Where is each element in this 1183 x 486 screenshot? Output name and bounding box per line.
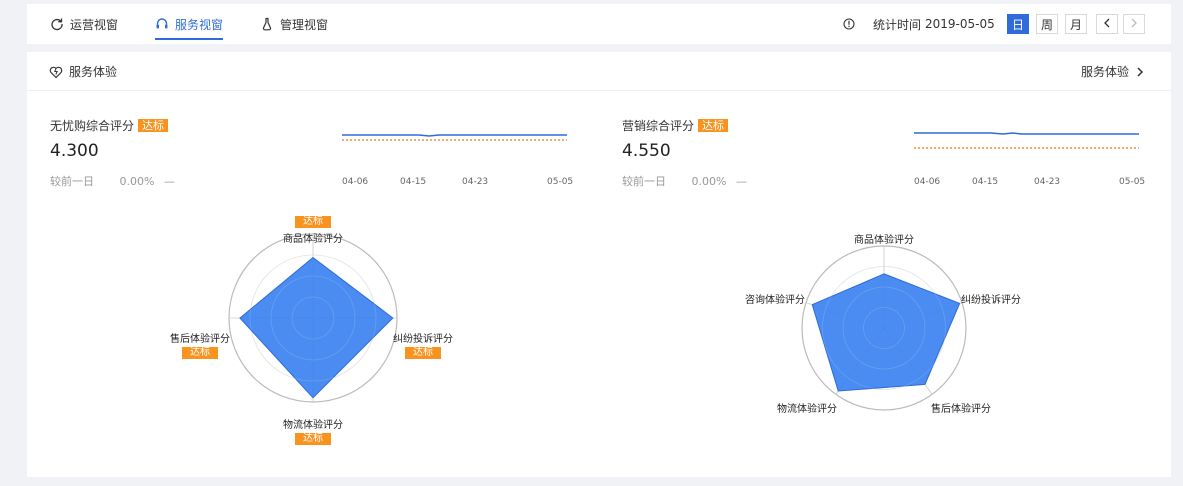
next-button[interactable]: [1123, 14, 1145, 34]
chevron-right-icon: [1130, 17, 1138, 31]
compare-label: 较前一日: [622, 175, 666, 188]
radar-axis-label: 纠纷投诉评分: [961, 295, 1021, 306]
compare-pct: 0.00%: [119, 175, 155, 188]
chevron-left-icon: [1103, 17, 1111, 31]
refresh-icon: [50, 17, 64, 31]
x-tick: 04-23: [1034, 177, 1061, 187]
status-badge: 达标: [182, 347, 218, 359]
metric-marketing-score: 营销综合评分 达标 4.550 较前一日 0.00% —: [622, 117, 822, 197]
radar-axis-label: 商品体验评分: [854, 235, 914, 246]
stat-time-date: 2019-05-05: [925, 17, 995, 31]
tab-management[interactable]: 管理视窗: [260, 4, 328, 44]
sparkline-chart: [914, 132, 1139, 149]
metric-value: 4.550: [622, 141, 671, 161]
compare-pct: 0.00%: [691, 175, 727, 188]
radar-axis-label: 物流体验评分: [777, 404, 837, 415]
radar-axis-label: 物流体验评分: [283, 420, 343, 431]
info-icon: [843, 18, 855, 30]
heart-icon: [49, 65, 63, 79]
top-tab-bar: 运营视窗 服务视窗 管理视窗 统计时间 2019-05-05 日 周 月: [27, 4, 1171, 44]
card-title-text: 服务体验: [69, 65, 118, 79]
period-month-button[interactable]: 月: [1065, 14, 1087, 34]
card-title: 服务体验: [49, 52, 117, 91]
radar-axis-label: 纠纷投诉评分: [393, 334, 453, 345]
stat-time: 统计时间 2019-05-05: [843, 4, 995, 44]
compare-label: 较前一日: [50, 175, 94, 188]
card-link-text: 服务体验: [1080, 65, 1129, 79]
radar-axis-label: 售后体验评分: [170, 334, 230, 345]
radar-area: [239, 256, 394, 399]
sparkline-marketing-score: 04-06 04-15 04-23 05-05: [911, 124, 1151, 194]
chevron-right-icon: [1135, 66, 1145, 77]
trend-line: [914, 132, 1139, 135]
tab-label: 管理视窗: [280, 17, 329, 32]
status-badge: 达标: [138, 119, 169, 132]
x-tick: 04-06: [342, 177, 369, 187]
headset-icon: [155, 17, 169, 31]
service-experience-card: 服务体验 服务体验 无忧购综合评分 达标 4.300 较前一日 0.00% — …: [27, 52, 1171, 477]
sparkline-overall-score: 04-06 04-15 04-23 05-05: [339, 124, 579, 194]
compare-trend: —: [735, 175, 747, 188]
metric-overall-score: 无忧购综合评分 达标 4.300 较前一日 0.00% —: [50, 117, 250, 197]
sparkline-chart: [342, 134, 567, 141]
period-day-button[interactable]: 日: [1007, 14, 1029, 34]
radar-chart-right: 商品体验评分 纠纷投诉评分 售后体验评分 物流体验评分 咨询体验评分: [727, 222, 1047, 452]
trend-line: [342, 134, 567, 137]
radar-axis-label: 售后体验评分: [931, 404, 991, 415]
flask-icon: [260, 17, 274, 31]
tab-operations[interactable]: 运营视窗: [50, 4, 118, 44]
stat-time-label: 统计时间: [873, 17, 922, 32]
x-tick: 05-05: [1119, 177, 1146, 187]
status-badge: 达标: [698, 119, 729, 132]
status-badge: 达标: [295, 216, 331, 228]
x-tick: 05-05: [547, 177, 574, 187]
radar-axis-label: 咨询体验评分: [745, 295, 805, 306]
x-tick: 04-23: [462, 177, 489, 187]
tab-label: 服务视窗: [175, 17, 224, 32]
radar-svg: [801, 245, 967, 411]
service-experience-link[interactable]: 服务体验: [1081, 52, 1145, 91]
compare-trend: —: [163, 175, 175, 188]
tab-label: 运营视窗: [70, 17, 119, 32]
x-tick: 04-15: [400, 177, 427, 187]
metric-name: 营销综合评分: [622, 119, 695, 133]
card-header: 服务体验 服务体验: [27, 52, 1171, 91]
metric-value: 4.300: [50, 141, 99, 161]
x-tick: 04-06: [914, 177, 941, 187]
prev-button[interactable]: [1096, 14, 1118, 34]
status-badge: 达标: [295, 433, 331, 445]
tab-service[interactable]: 服务视窗: [155, 4, 224, 44]
status-badge: 达标: [405, 347, 441, 359]
radar-axis-label: 商品体验评分: [283, 234, 343, 245]
period-week-button[interactable]: 周: [1036, 14, 1058, 34]
radar-chart-left: 达标 商品体验评分 纠纷投诉评分 达标 物流体验评分 达标 售后体验评分 达标: [157, 212, 477, 452]
x-tick: 04-15: [972, 177, 999, 187]
metric-name: 无忧购综合评分: [50, 119, 135, 133]
